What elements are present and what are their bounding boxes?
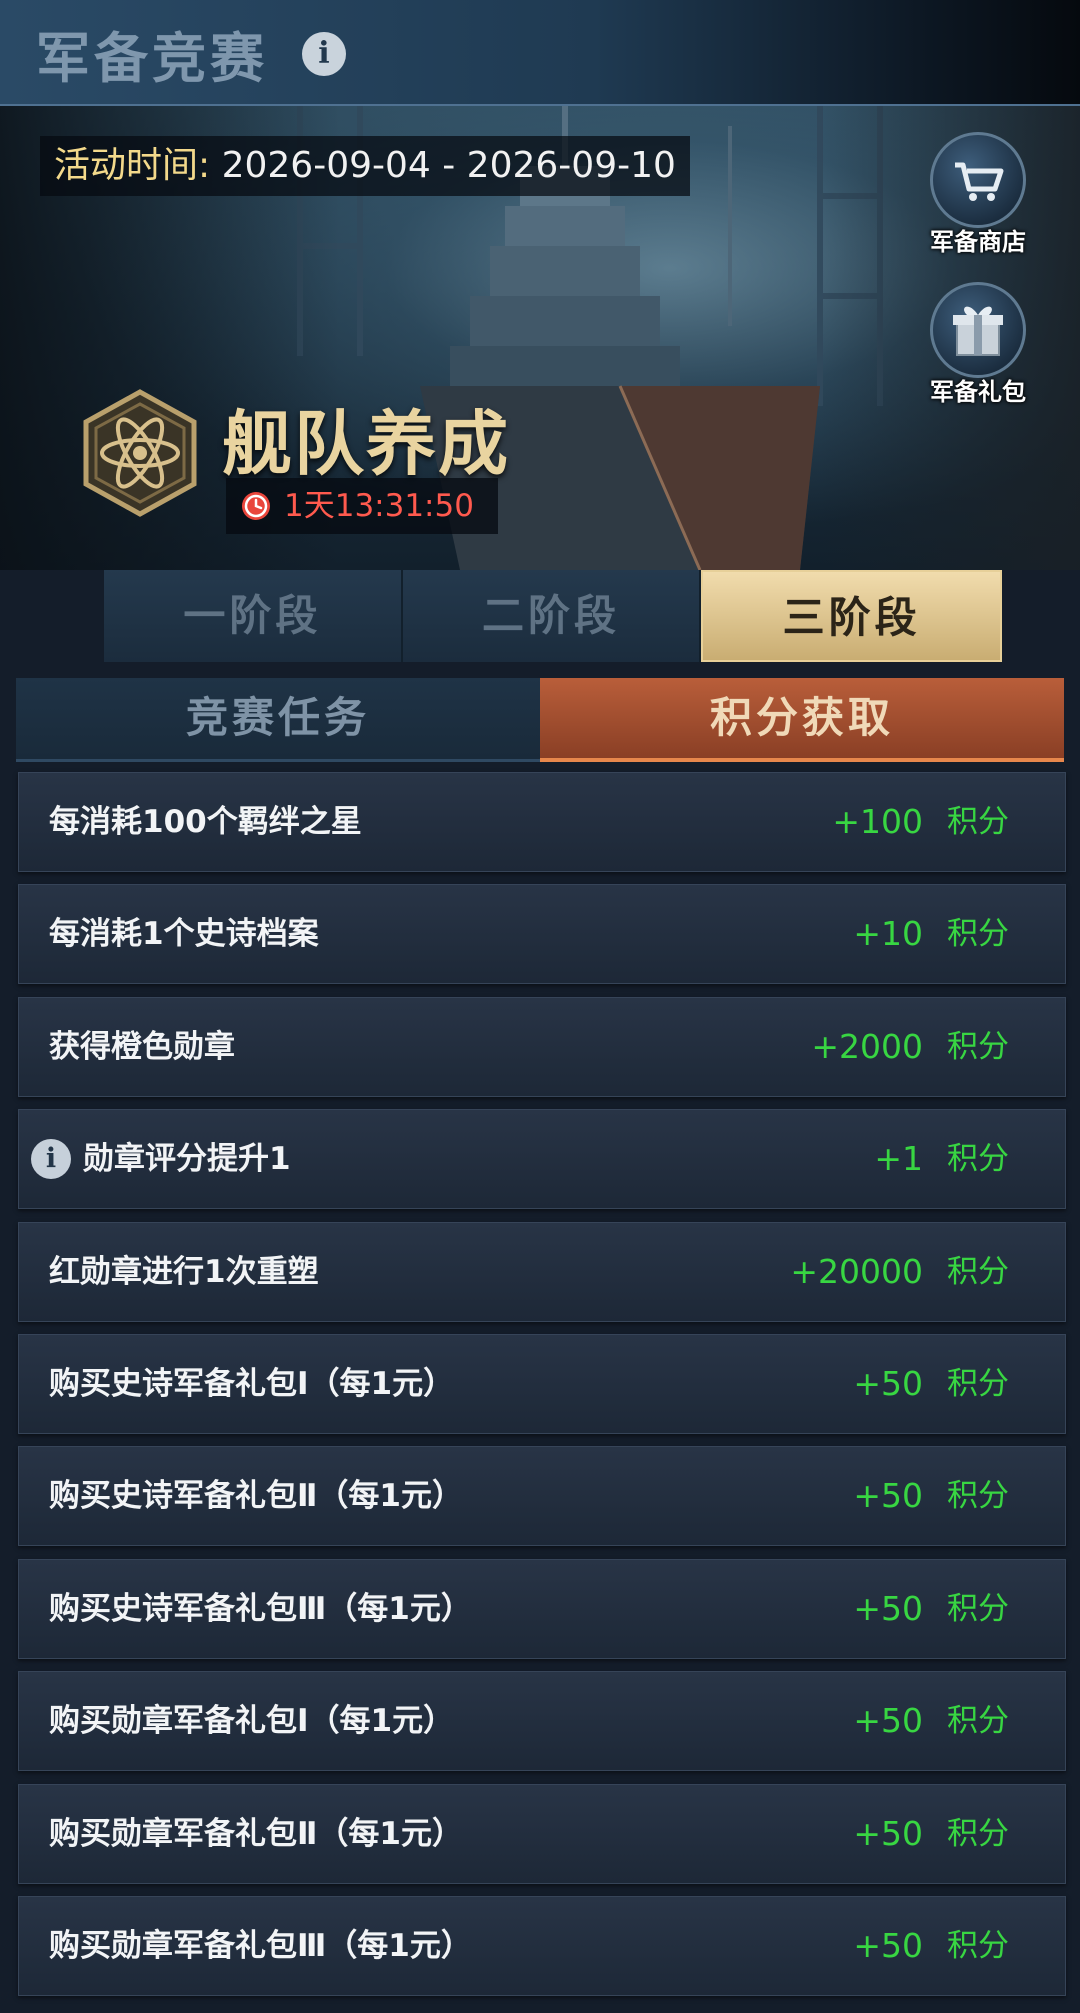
points-value: +100 — [832, 802, 923, 841]
tab-points-acquisition[interactable]: 积分获取 — [540, 678, 1064, 762]
event-period: 活动时间: 2026-09-04 - 2026-09-10 — [40, 136, 690, 196]
points-value: +50 — [853, 1701, 923, 1741]
list-item: 购买勋章军备礼包Ⅲ（每1元） +50 积分 — [18, 1895, 1066, 1996]
sub-tabs: 竞赛任务 积分获取 — [16, 678, 1064, 762]
points-value: +2000 — [811, 1026, 923, 1066]
list-item: 购买史诗军备礼包Ⅲ（每1元） +50 积分 — [18, 1558, 1066, 1659]
list-item: 每消耗1个史诗档案 +10 积分 — [18, 884, 1066, 985]
list-item: 购买勋章军备礼包Ⅱ（每1元） +50 积分 — [18, 1783, 1066, 1884]
page-title: 军备竞赛 — [36, 27, 268, 90]
event-banner: 活动时间: 2026-09-04 - 2026-09-10 军备商店 军备礼包 — [0, 106, 1080, 570]
points-unit: 积分 — [947, 1590, 1009, 1627]
atom-emblem-icon — [83, 389, 197, 517]
info-icon[interactable]: i — [302, 32, 346, 76]
points-unit: 积分 — [947, 1141, 1009, 1178]
points-unit: 积分 — [947, 804, 1009, 840]
task-label: 每消耗100个羁绊之星 — [49, 804, 362, 840]
list-item: 购买史诗军备礼包Ⅱ（每1元） +50 积分 — [18, 1446, 1066, 1547]
points-unit: 积分 — [947, 1253, 1009, 1290]
list-item: 购买勋章军备礼包Ⅰ（每1元） +50 积分 — [18, 1671, 1066, 1772]
points-value: +1 — [874, 1139, 923, 1179]
points-unit: 积分 — [947, 1028, 1009, 1065]
list-item: i 勋章评分提升1 +1 积分 — [18, 1109, 1066, 1210]
points-unit: 积分 — [947, 1815, 1009, 1852]
tab-stage-3[interactable]: 三阶段 — [701, 570, 1003, 662]
event-period-value: 2026-09-04 - 2026-09-10 — [210, 145, 676, 186]
task-label: 每消耗1个史诗档案 — [49, 916, 319, 953]
points-value: +20000 — [790, 1251, 923, 1291]
gift-icon — [930, 282, 1026, 378]
countdown-text: 1天13:31:50 — [284, 488, 474, 524]
task-label: 红勋章进行1次重塑 — [49, 1253, 319, 1290]
tab-stage-2[interactable]: 二阶段 — [402, 570, 702, 662]
list-item: 红勋章进行1次重塑 +20000 积分 — [18, 1221, 1066, 1322]
title-bar: 军备竞赛 i — [0, 0, 1080, 106]
points-value: +50 — [853, 1925, 923, 1965]
points-value: +50 — [853, 1476, 923, 1516]
task-label: 购买史诗军备礼包Ⅱ（每1元） — [49, 1478, 463, 1515]
event-period-label: 活动时间: — [54, 145, 211, 186]
points-unit: 积分 — [947, 1478, 1009, 1515]
task-label: 获得橙色勋章 — [49, 1028, 235, 1065]
points-value: +50 — [853, 1588, 923, 1628]
points-unit: 积分 — [947, 1365, 1009, 1402]
points-unit: 积分 — [947, 916, 1009, 953]
task-label: 购买史诗军备礼包Ⅲ（每1元） — [49, 1590, 472, 1627]
clock-icon — [242, 492, 270, 520]
tab-competition-tasks[interactable]: 竞赛任务 — [16, 678, 540, 762]
countdown-timer: 1天13:31:50 — [226, 478, 498, 534]
armament-gift-button[interactable]: 军备礼包 — [918, 282, 1038, 407]
points-unit: 积分 — [947, 1703, 1009, 1740]
armament-shop-button[interactable]: 军备商店 — [918, 132, 1038, 257]
points-value: +10 — [853, 914, 923, 954]
list-item: 获得橙色勋章 +2000 积分 — [18, 996, 1066, 1097]
cart-icon — [930, 132, 1026, 228]
points-unit: 积分 — [947, 1927, 1009, 1964]
task-label: 购买勋章军备礼包Ⅱ（每1元） — [49, 1815, 463, 1852]
list-item: 购买史诗军备礼包Ⅰ（每1元） +50 积分 — [18, 1333, 1066, 1434]
tab-stage-1[interactable]: 一阶段 — [104, 570, 403, 662]
event-title: 舰队养成 — [222, 402, 510, 485]
task-label: 购买史诗军备礼包Ⅰ（每1元） — [49, 1365, 455, 1402]
stage-tabs: 一阶段 二阶段 三阶段 — [104, 570, 1003, 662]
task-label: 勋章评分提升1 — [83, 1141, 291, 1178]
points-list: 每消耗100个羁绊之星 +100 积分 每消耗1个史诗档案 +10 积分 获得橙… — [18, 772, 1066, 2008]
task-label: 购买勋章军备礼包Ⅰ（每1元） — [49, 1703, 455, 1740]
points-value: +50 — [853, 1363, 923, 1403]
list-item: 每消耗100个羁绊之星 +100 积分 — [18, 772, 1066, 872]
info-icon[interactable]: i — [31, 1139, 71, 1180]
points-value: +50 — [853, 1813, 923, 1853]
task-label: 购买勋章军备礼包Ⅲ（每1元） — [49, 1927, 472, 1964]
